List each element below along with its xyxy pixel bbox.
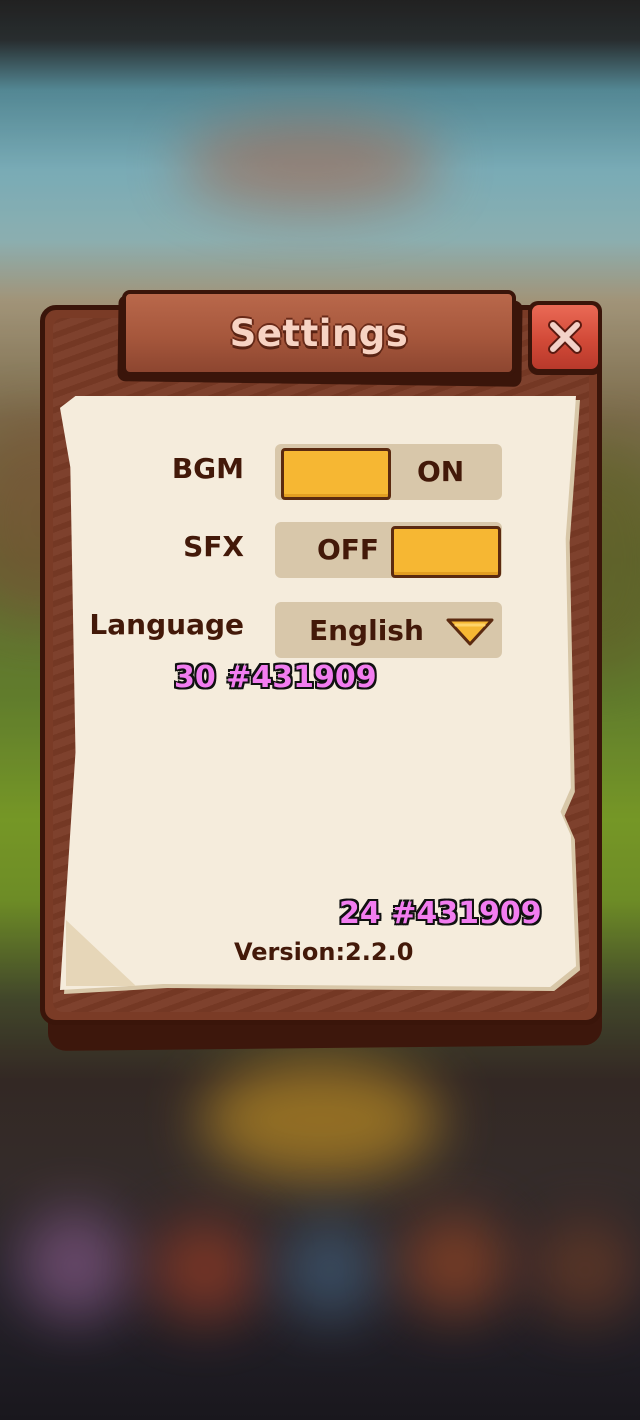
bgm-label: BGM <box>171 452 244 485</box>
language-dropdown[interactable]: English <box>275 602 502 658</box>
language-value: English <box>309 614 424 647</box>
bgm-state: ON <box>417 455 465 488</box>
chevron-down-icon[interactable] <box>445 614 495 648</box>
bgm-toggle-knob[interactable] <box>281 448 391 500</box>
language-label: Language <box>89 608 244 641</box>
bgm-toggle[interactable]: ON <box>275 444 502 500</box>
sfx-state: OFF <box>317 533 380 566</box>
close-button-face[interactable] <box>532 305 598 369</box>
debug-label-bottom: 24 #431909 <box>339 896 542 931</box>
sfx-label: SFX <box>183 530 244 563</box>
close-button[interactable] <box>528 301 602 375</box>
sfx-toggle-knob[interactable] <box>391 526 501 578</box>
dialog-title: Settings <box>229 311 409 355</box>
close-x-icon <box>548 320 582 354</box>
debug-label-top: 30 #431909 <box>174 660 377 695</box>
sfx-toggle[interactable]: OFF <box>275 522 502 578</box>
version-text: Version:2.2.0 <box>234 938 414 966</box>
title-plank: Settings <box>122 290 516 376</box>
